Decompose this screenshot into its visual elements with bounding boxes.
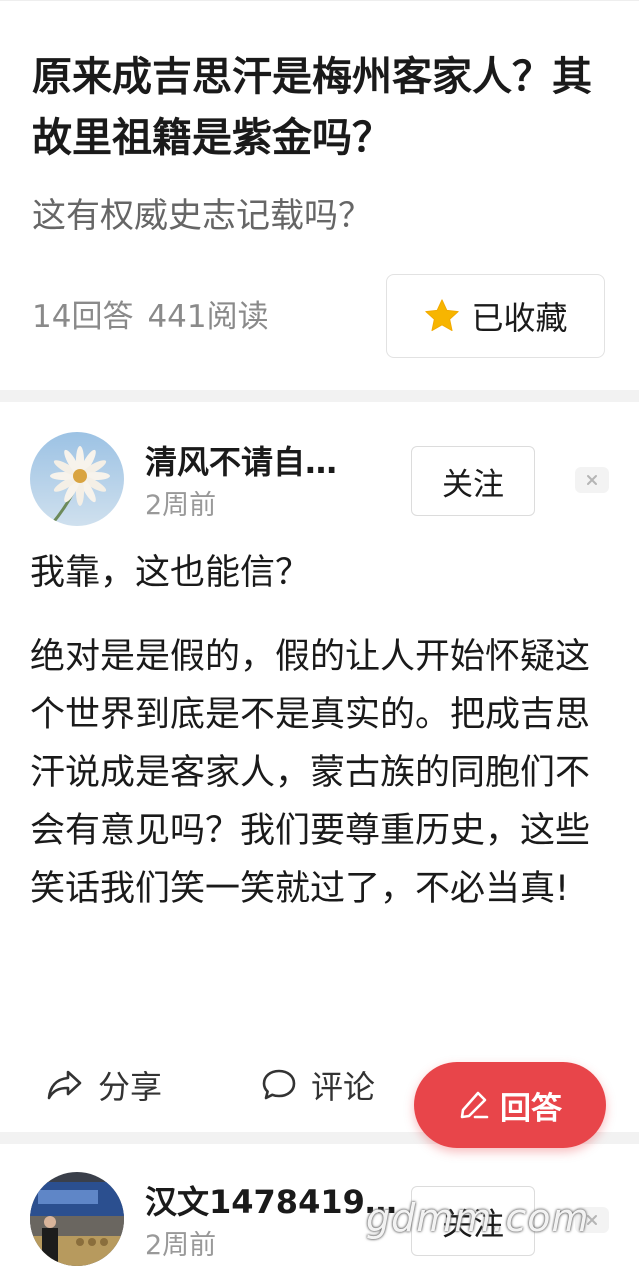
follow-button[interactable]: 关注 [411, 446, 535, 516]
question-title: 原来成吉思汗是梅州客家人？其故里祖籍是紫金吗？ [32, 54, 592, 161]
comment-label: 评论 [311, 1068, 376, 1106]
conference-avatar-image [30, 1172, 124, 1266]
answer-body[interactable]: 绝对是是假的，假的让人开始怀疑这个世界到底是不是真实的。把成吉思汗说成是客家人，… [30, 628, 590, 918]
question-subtitle: 这有权威史志记载吗？ [32, 196, 372, 236]
daisy-avatar-image [30, 432, 124, 526]
favorite-label: 已收藏 [471, 299, 568, 337]
question-page: 原来成吉思汗是梅州客家人？其故里祖籍是紫金吗？ 这有权威史志记载吗？ 14回答 … [0, 0, 639, 1280]
post-time: 2周前 [145, 490, 217, 521]
answer-fab-label: 回答 [500, 1090, 562, 1127]
pen-icon [460, 1091, 489, 1119]
author-name[interactable]: 清风不请自… [145, 440, 337, 484]
close-icon-glyph [587, 475, 597, 485]
answer-count: 14回答 [32, 299, 134, 335]
question-header: 原来成吉思汗是梅州客家人？其故里祖籍是紫金吗？ 这有权威史志记载吗？ 14回答 … [0, 0, 639, 391]
answer-lead: 我靠，这也能信？ [30, 553, 311, 593]
section-divider [0, 390, 639, 402]
read-count: 441阅读 [147, 299, 269, 335]
favorite-button[interactable]: 已收藏 [386, 274, 605, 358]
post-time: 2周前 [145, 1230, 217, 1261]
share-label: 分享 [98, 1068, 163, 1106]
close-icon[interactable] [575, 467, 609, 493]
author-name[interactable]: 汉文1478419… [145, 1180, 397, 1224]
avatar[interactable] [30, 1172, 124, 1266]
watermark: gdmm.com [366, 1196, 590, 1240]
share-icon [47, 1070, 82, 1100]
comment-button[interactable]: 评论 [261, 1062, 375, 1108]
question-stats: 14回答 441阅读 [32, 295, 269, 339]
star-icon [425, 299, 460, 332]
share-button[interactable]: 分享 [46, 1062, 162, 1108]
avatar[interactable] [30, 432, 124, 526]
answer-fab-button[interactable]: 回答 [414, 1062, 606, 1148]
comment-icon [262, 1069, 296, 1100]
